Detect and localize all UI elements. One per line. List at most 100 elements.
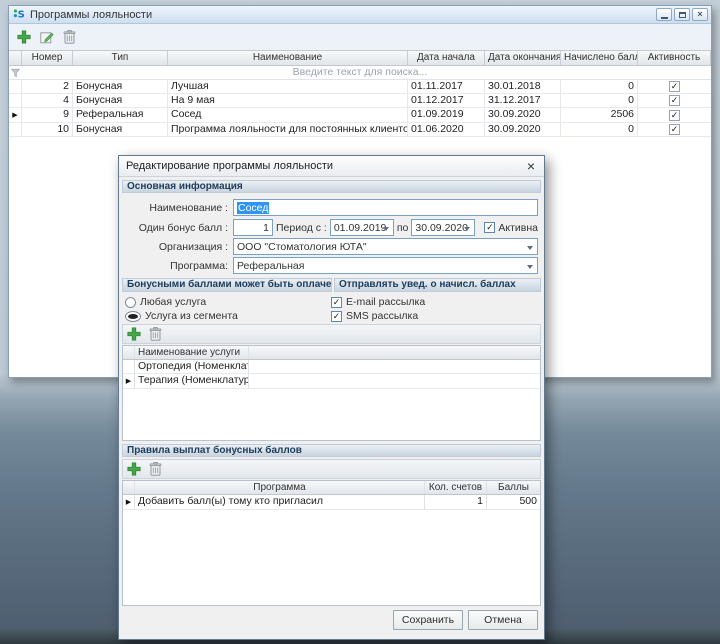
table-row-current[interactable]: ▶ 9 Реферальная Сосед 01.09.2019 30.09.2… bbox=[9, 108, 711, 123]
cell-points: 0 bbox=[561, 123, 638, 136]
grid-header-row: Номер Тип Наименование Дата начала Дата … bbox=[9, 51, 711, 66]
column-header-rule-points[interactable]: Баллы bbox=[487, 481, 540, 494]
active-checkbox-group[interactable]: ✓ Активна bbox=[484, 222, 538, 234]
maximize-button[interactable] bbox=[674, 8, 690, 21]
edit-button[interactable] bbox=[40, 30, 54, 44]
rule-row-current[interactable]: ▶ Добавить балл(ы) тому кто пригласил 1 … bbox=[123, 495, 540, 510]
cell-service-name: Терапия (Номенклатур bbox=[135, 374, 249, 388]
column-header-rule-program[interactable]: Программа bbox=[135, 481, 425, 494]
cell-name: На 9 мая bbox=[168, 94, 408, 107]
row-indicator-cell bbox=[9, 123, 22, 136]
bonus-period-row: Один бонус балл : 1 Период с : 01.09.201… bbox=[125, 219, 538, 236]
maximize-icon bbox=[678, 11, 686, 18]
cell-date-end: 30.09.2020 bbox=[485, 108, 561, 122]
table-row[interactable]: 2 Бонусная Лучшая 01.11.2017 30.01.2018 … bbox=[9, 80, 711, 94]
close-button[interactable]: × bbox=[692, 8, 708, 21]
rules-toolbar bbox=[122, 459, 541, 479]
period-to-label: по bbox=[396, 221, 409, 234]
sms-checkbox-row[interactable]: ✓ SMS рассылка bbox=[331, 310, 538, 322]
main-toolbar bbox=[9, 24, 711, 50]
cell-rule-points: 500 bbox=[519, 495, 537, 507]
column-header-service-name[interactable]: Наименование услуги bbox=[135, 346, 249, 359]
checkmark-icon: ✓ bbox=[486, 222, 494, 232]
cell-active-checkbox[interactable]: ✓ bbox=[638, 108, 711, 122]
cell-type: Реферальная bbox=[73, 108, 168, 122]
chevron-down-icon bbox=[464, 227, 471, 234]
name-input[interactable]: Сосед bbox=[233, 199, 538, 216]
plus-icon bbox=[127, 462, 141, 476]
checkmark-icon: ✓ bbox=[332, 296, 341, 307]
close-icon: × bbox=[697, 9, 703, 19]
chevron-down-icon bbox=[527, 265, 533, 272]
section-payment: Бонусными баллами может быть оплачена bbox=[122, 278, 332, 292]
trash-icon bbox=[149, 462, 162, 476]
plus-icon bbox=[127, 327, 141, 341]
bonus-point-value: 1 bbox=[263, 221, 269, 234]
chevron-down-icon bbox=[527, 246, 533, 253]
minimize-button[interactable] bbox=[656, 8, 672, 21]
trash-icon bbox=[149, 327, 162, 341]
checkmark-icon: ✓ bbox=[670, 124, 679, 134]
cell-active-checkbox[interactable]: ✓ bbox=[638, 80, 711, 93]
cell-active-checkbox[interactable]: ✓ bbox=[638, 123, 711, 136]
table-row[interactable]: 10 Бонусная Программа лояльности для пос… bbox=[9, 123, 711, 137]
radio-segment-service-label: Услуга из сегмента bbox=[145, 310, 238, 322]
cell-active-checkbox[interactable]: ✓ bbox=[638, 94, 711, 107]
sms-label: SMS рассылка bbox=[346, 310, 419, 322]
section-main-info: Основная информация bbox=[122, 180, 541, 193]
program-select[interactable]: Реферальная bbox=[233, 257, 538, 274]
add-button[interactable] bbox=[17, 30, 31, 44]
cell-number: 4 bbox=[22, 94, 73, 107]
rule-add-button[interactable] bbox=[127, 462, 141, 476]
rule-delete-button[interactable] bbox=[149, 462, 162, 476]
dialog-close-button[interactable]: × bbox=[525, 159, 537, 173]
checkbox-checked-icon: ✓ bbox=[669, 95, 680, 106]
table-row[interactable]: 4 Бонусная На 9 мая 01.12.2017 31.12.201… bbox=[9, 94, 711, 108]
column-header-active[interactable]: Активность bbox=[638, 51, 711, 65]
bonus-point-input[interactable]: 1 bbox=[233, 219, 273, 236]
period-to-select[interactable]: 30.09.2020 bbox=[411, 219, 476, 236]
row-indicator-cell bbox=[9, 94, 22, 107]
cell-date-start: 01.06.2020 bbox=[408, 123, 485, 136]
cell-service-name: Ортопедия (Номенклат bbox=[135, 360, 249, 373]
header-indicator-cell bbox=[9, 51, 22, 65]
column-header-type[interactable]: Тип bbox=[73, 51, 168, 65]
sms-checkbox[interactable]: ✓ bbox=[331, 310, 342, 322]
service-delete-button[interactable] bbox=[149, 327, 162, 341]
checkmark-icon: ✓ bbox=[670, 109, 679, 120]
bonus-point-label: Один бонус балл : bbox=[138, 221, 228, 234]
program-label: Программа: bbox=[170, 259, 228, 272]
column-header-number[interactable]: Номер bbox=[22, 51, 73, 65]
row-indicator-cell bbox=[123, 360, 135, 373]
service-row-current[interactable]: ▶ Терапия (Номенклатур bbox=[123, 374, 540, 389]
save-button[interactable]: Сохранить bbox=[393, 610, 463, 630]
column-header-name[interactable]: Наименование bbox=[168, 51, 408, 65]
window-title: Программы лояльности bbox=[30, 8, 153, 21]
section-rules: Правила выплат бонусных баллов bbox=[122, 444, 541, 457]
period-from-select[interactable]: 01.09.2019 bbox=[329, 219, 394, 236]
period-to-value: 30.09.2020 bbox=[415, 221, 468, 234]
column-header-date-end[interactable]: Дата окончания bbox=[485, 51, 561, 65]
email-checkbox-row[interactable]: ✓ E-mail рассылка bbox=[331, 296, 538, 308]
dialog-title: Редактирование программы лояльности bbox=[126, 160, 334, 172]
email-checkbox[interactable]: ✓ bbox=[331, 296, 342, 308]
active-checkbox[interactable]: ✓ bbox=[484, 222, 496, 233]
organization-value: ООО "Стоматология ЮТА" bbox=[237, 240, 367, 253]
window-titlebar[interactable]: S Программы лояльности × bbox=[9, 6, 711, 24]
grid-filter-row[interactable]: Введите текст для поиска... bbox=[9, 66, 711, 80]
filter-funnel-icon bbox=[10, 68, 21, 81]
delete-button[interactable] bbox=[63, 30, 76, 44]
section-notify: Отправлять увед. о начисл. баллах bbox=[334, 278, 541, 292]
radio-segment-service[interactable]: Услуга из сегмента bbox=[125, 310, 331, 322]
dialog-titlebar[interactable]: Редактирование программы лояльности × bbox=[119, 156, 544, 177]
column-header-date-start[interactable]: Дата начала bbox=[408, 51, 485, 65]
cell-type: Бонусная bbox=[73, 80, 168, 93]
service-row[interactable]: Ортопедия (Номенклат bbox=[123, 360, 540, 374]
plus-icon bbox=[17, 30, 31, 44]
column-header-accounts[interactable]: Кол. счетов bbox=[425, 481, 487, 494]
radio-any-service[interactable]: Любая услуга bbox=[125, 296, 331, 308]
cancel-button[interactable]: Отмена bbox=[468, 610, 538, 630]
column-header-points[interactable]: Начислено баллов bbox=[561, 51, 638, 65]
service-add-button[interactable] bbox=[127, 327, 141, 341]
organization-select[interactable]: ООО "Стоматология ЮТА" bbox=[233, 238, 538, 255]
